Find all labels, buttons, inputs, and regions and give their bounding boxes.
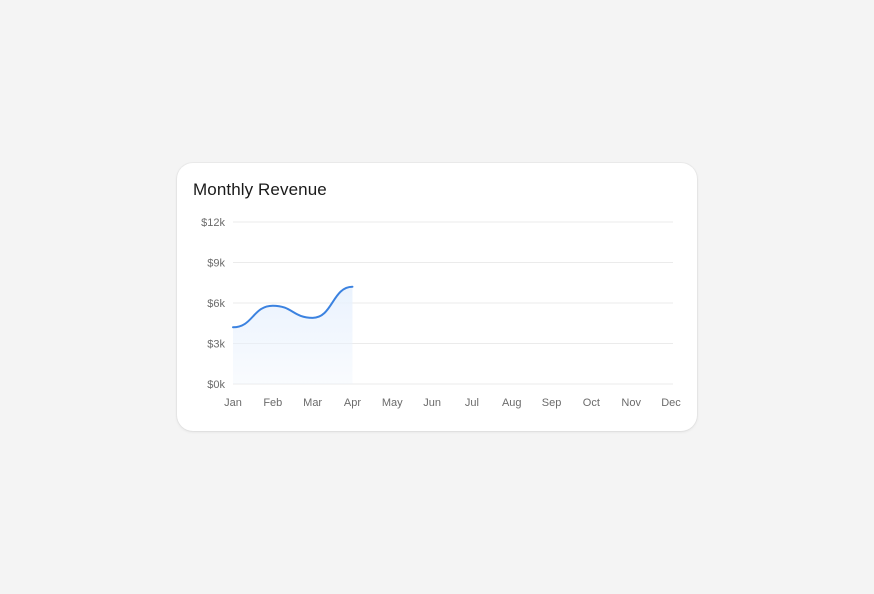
- x-tick-label: Oct: [583, 397, 600, 409]
- x-tick-label: Jun: [423, 397, 441, 409]
- y-tick-label: $0k: [207, 379, 225, 391]
- x-tick-label: Nov: [621, 397, 641, 409]
- y-tick-label: $3k: [207, 339, 225, 351]
- x-axis: Jan Feb Mar Apr May Jun Jul Aug Sep Oct Nov Dec: [224, 397, 681, 409]
- y-tick-label: $12k: [201, 217, 225, 229]
- x-tick-label: Dec: [661, 397, 681, 409]
- x-tick-label: Jul: [465, 397, 479, 409]
- y-axis: $0k $3k $6k $9k $12k: [201, 217, 225, 391]
- y-tick-label: $9k: [207, 258, 225, 270]
- revenue-card: Monthly Revenue $0k $3k $6k $9k $12k Jan Feb M…: [177, 163, 697, 431]
- x-tick-label: Feb: [263, 397, 282, 409]
- y-tick-label: $6k: [207, 298, 225, 310]
- x-tick-label: May: [382, 397, 403, 409]
- revenue-chart: $0k $3k $6k $9k $12k Jan Feb Mar Apr May Jun Jul Au…: [201, 217, 681, 409]
- x-tick-label: Apr: [344, 397, 361, 409]
- area-layer: [233, 286, 353, 384]
- x-tick-label: Sep: [542, 397, 562, 409]
- x-tick-label: Aug: [502, 397, 522, 409]
- series-area: [233, 286, 353, 384]
- x-tick-label: Jan: [224, 397, 242, 409]
- x-tick-label: Mar: [303, 397, 322, 409]
